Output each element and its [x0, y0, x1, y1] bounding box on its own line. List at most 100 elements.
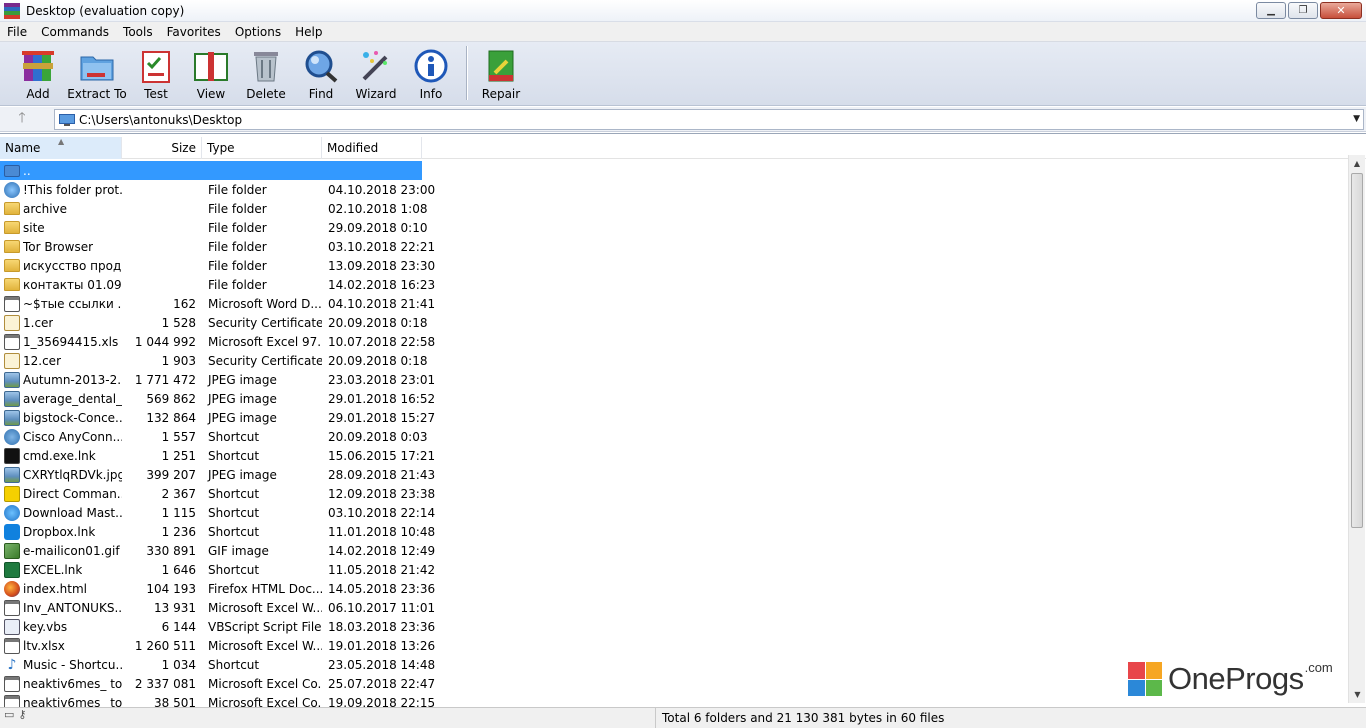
file-row[interactable]: !This folder prot... File folder 04.10.201… [0, 180, 1348, 199]
file-name-cell[interactable]: Download Mast... [0, 503, 122, 522]
menu-commands[interactable]: Commands [34, 22, 116, 42]
file-row[interactable]: key.vbs 6 144 VBScript Script File 18.03.20… [0, 617, 1348, 636]
test-button[interactable]: Test [128, 42, 184, 106]
file-name-cell[interactable]: Direct Comman... [0, 484, 122, 503]
file-name-cell[interactable]: .. [0, 161, 122, 180]
file-name-cell[interactable]: key.vbs [0, 617, 122, 636]
file-name-cell[interactable]: cmd.exe.lnk [0, 446, 122, 465]
file-row[interactable]: archive File folder 02.10.2018 1:08 [0, 199, 1348, 218]
file-name-cell[interactable]: ♪ Music - Shortcu... [0, 655, 122, 674]
file-name-cell[interactable]: ltv.xlsx [0, 636, 122, 655]
wizard-button[interactable]: Wizard [348, 42, 404, 106]
file-row[interactable]: Tor Browser File folder 03.10.2018 22:21 [0, 237, 1348, 256]
key-icon[interactable]: ⚷ [18, 708, 26, 721]
file-name-cell[interactable]: 1.cer [0, 313, 122, 332]
file-name-cell[interactable]: archive [0, 199, 122, 218]
file-type: JPEG image [208, 410, 277, 425]
maximize-button[interactable]: ❐ [1288, 2, 1318, 19]
menu-tools[interactable]: Tools [116, 22, 160, 42]
find-button[interactable]: Find [294, 42, 348, 106]
file-name-cell[interactable]: index.html [0, 579, 122, 598]
menu-options[interactable]: Options [228, 22, 288, 42]
file-name-cell[interactable]: Autumn-2013-2... [0, 370, 122, 389]
file-modified: 03.10.2018 22:14 [328, 505, 436, 520]
file-type: File folder [208, 277, 267, 292]
file-row[interactable]: Cisco AnyConn... 1 557 Shortcut 20.09.2018 … [0, 427, 1348, 446]
column-header-modified[interactable]: Modified [322, 137, 422, 159]
column-header-type[interactable]: Type [202, 137, 322, 159]
doc-file-icon [4, 599, 20, 616]
file-name-cell[interactable]: EXCEL.lnk [0, 560, 122, 579]
file-row[interactable]: cmd.exe.lnk 1 251 Shortcut 15.06.2015 17:21 [0, 446, 1348, 465]
file-name-cell[interactable]: bigstock-Conce... [0, 408, 122, 427]
file-row[interactable]: index.html 104 193 Firefox HTML Doc... 14.0… [0, 579, 1348, 598]
file-name-cell[interactable]: ~$тые ссылки ... [0, 294, 122, 313]
menu-favorites[interactable]: Favorites [160, 22, 228, 42]
file-name-cell[interactable]: Dropbox.lnk [0, 522, 122, 541]
file-list[interactable]: ▲ Name Size Type Modified .. !This folder… [0, 133, 1366, 707]
vbs-file-icon [4, 618, 20, 635]
file-name: Direct Comman... [23, 486, 122, 501]
column-header-name[interactable]: ▲ Name [0, 137, 122, 159]
file-row[interactable]: average_dental_... 569 862 JPEG image 29.01… [0, 389, 1348, 408]
file-row[interactable]: Direct Comman... 2 367 Shortcut 12.09.2018 … [0, 484, 1348, 503]
file-name-cell[interactable]: 12.cer [0, 351, 122, 370]
file-row[interactable]: 1_35694415.xls 1 044 992 Microsoft Excel 9… [0, 332, 1348, 351]
drive-icon[interactable]: ▭ [4, 708, 14, 721]
file-row[interactable]: 1.cer 1 528 Security Certificate 20.09.2018… [0, 313, 1348, 332]
oneprogs-logo-icon [1128, 662, 1162, 696]
file-name-cell[interactable]: Cisco AnyConn... [0, 427, 122, 446]
up-folder-button[interactable]: 🡑 [0, 107, 44, 132]
window-title: Desktop (evaluation copy) [26, 3, 185, 18]
info-button[interactable]: Info [404, 42, 458, 106]
minimize-button[interactable]: ▁ [1256, 2, 1286, 19]
file-row[interactable]: site File folder 29.09.2018 0:10 [0, 218, 1348, 237]
ff-file-icon [4, 580, 20, 597]
file-row[interactable]: Download Mast... 1 115 Shortcut 03.10.2018 … [0, 503, 1348, 522]
file-name-cell[interactable]: CXRYtlqRDVk.jpg [0, 465, 122, 484]
column-header-size[interactable]: Size [122, 137, 202, 159]
menu-file[interactable]: File [0, 22, 34, 42]
find-icon [303, 48, 339, 84]
scroll-up-icon[interactable]: ▲ [1349, 155, 1365, 172]
file-name-cell[interactable]: 1_35694415.xls [0, 332, 122, 351]
file-row[interactable]: Autumn-2013-2... 1 771 472 JPEG image 23.03… [0, 370, 1348, 389]
file-name-cell[interactable]: neaktiv6mes_ to... [0, 693, 122, 707]
file-name-cell[interactable]: контакты 01.09.... [0, 275, 122, 294]
file-modified: 15.06.2015 17:21 [328, 448, 436, 463]
file-name-cell[interactable]: e-mailicon01.gif [0, 541, 122, 560]
delete-button[interactable]: Delete [238, 42, 294, 106]
file-name-cell[interactable]: !This folder prot... [0, 180, 122, 199]
repair-button[interactable]: Repair [477, 42, 525, 106]
file-name-cell[interactable]: Inv_ANTONUKS.... [0, 598, 122, 617]
close-button[interactable]: ✕ [1320, 2, 1362, 19]
file-row[interactable]: 12.cer 1 903 Security Certificate 20.09.201… [0, 351, 1348, 370]
file-name-cell[interactable]: neaktiv6mes_ to... [0, 674, 122, 693]
file-row[interactable]: контакты 01.09.... File folder 14.02.2018 … [0, 275, 1348, 294]
status-left-pane: ▭ ⚷ [0, 707, 656, 728]
file-row[interactable]: bigstock-Conce... 132 864 JPEG image 29.01.… [0, 408, 1348, 427]
menu-help[interactable]: Help [288, 22, 329, 42]
file-row[interactable]: e-mailicon01.gif 330 891 GIF image 14.02.20… [0, 541, 1348, 560]
file-row[interactable]: ltv.xlsx 1 260 511 Microsoft Excel W... 19.… [0, 636, 1348, 655]
file-row[interactable]: Inv_ANTONUKS.... 13 931 Microsoft Excel W.… [0, 598, 1348, 617]
file-row[interactable]: ~$тые ссылки ... 162 Microsoft Word D... 04… [0, 294, 1348, 313]
extract-to-button[interactable]: Extract To [66, 42, 128, 106]
vertical-scrollbar[interactable]: ▲ ▼ [1348, 155, 1365, 703]
file-name-cell[interactable]: Tor Browser [0, 237, 122, 256]
chevron-down-icon[interactable]: ▼ [1353, 114, 1360, 124]
file-name-cell[interactable]: искусство прод... [0, 256, 122, 275]
file-row[interactable]: .. [0, 161, 1348, 180]
file-row[interactable]: CXRYtlqRDVk.jpg 399 207 JPEG image 28.09.20… [0, 465, 1348, 484]
path-combobox[interactable]: C:\Users\antonuks\Desktop ▼ [54, 109, 1364, 130]
scroll-down-icon[interactable]: ▼ [1349, 686, 1366, 703]
view-button[interactable]: View [184, 42, 238, 106]
file-name-cell[interactable]: average_dental_... [0, 389, 122, 408]
file-name-cell[interactable]: site [0, 218, 122, 237]
add-button[interactable]: Add [10, 42, 66, 106]
file-row[interactable]: EXCEL.lnk 1 646 Shortcut 11.05.2018 21:42 [0, 560, 1348, 579]
scroll-thumb[interactable] [1351, 173, 1363, 528]
file-row[interactable]: Dropbox.lnk 1 236 Shortcut 11.01.2018 10:48 [0, 522, 1348, 541]
file-name: EXCEL.lnk [23, 562, 83, 577]
file-row[interactable]: искусство прод... File folder 13.09.2018 2… [0, 256, 1348, 275]
